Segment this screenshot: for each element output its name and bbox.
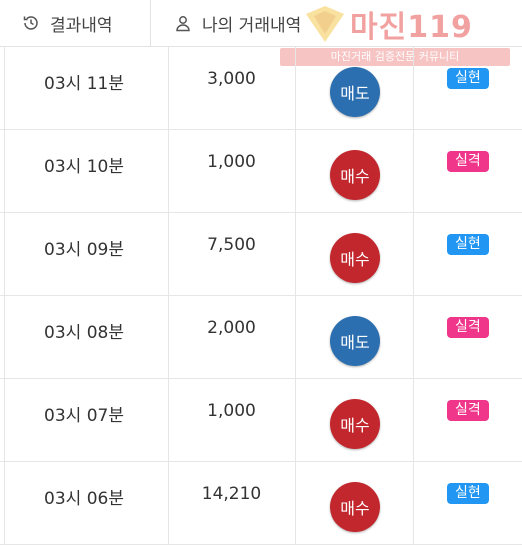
trade-amount: 7,500 [207, 235, 256, 255]
trade-history-table: 03시 11분 3,000 매도 실현 03시 10분 1,000 매수 실격 03시 09분 7… [0, 47, 522, 545]
tab-results-label: 결과내역 [50, 15, 113, 36]
trade-amount: 1,000 [207, 152, 256, 172]
tab-my-trades[interactable]: 나의 거래내역 [174, 0, 301, 46]
table-row: 03시 10분 1,000 매수 실격 [0, 130, 522, 213]
tab-results[interactable]: 결과내역 [22, 0, 113, 46]
column-divider [295, 47, 296, 129]
user-icon [174, 14, 192, 32]
result-badge: 실현 [447, 234, 489, 255]
trade-side-badge: 매수 [330, 150, 380, 200]
watermark-logo-icon [306, 6, 344, 42]
result-badge: 실격 [447, 317, 489, 338]
table-row: 03시 06분 14,210 매수 실현 [0, 462, 522, 545]
trade-time: 03시 11분 [44, 74, 124, 94]
column-divider [295, 296, 296, 378]
trade-amount: 14,210 [201, 484, 262, 504]
watermark-title: 마진119 [350, 10, 473, 45]
trade-time: 03시 06분 [44, 489, 124, 509]
table-row: 03시 08분 2,000 매도 실격 [0, 296, 522, 379]
column-divider [413, 379, 414, 461]
trade-time: 03시 09분 [44, 240, 124, 260]
result-badge: 실격 [447, 151, 489, 172]
trade-time: 03시 10분 [44, 157, 124, 177]
trade-amount: 3,000 [207, 69, 256, 89]
table-row: 03시 07분 1,000 매수 실격 [0, 379, 522, 462]
column-divider [413, 296, 414, 378]
column-divider [295, 130, 296, 212]
column-divider [295, 379, 296, 461]
trade-side-badge: 매수 [330, 399, 380, 449]
column-divider [295, 213, 296, 295]
trade-side-badge: 매수 [330, 482, 380, 532]
table-row: 03시 09분 7,500 매수 실현 [0, 213, 522, 296]
column-divider [413, 213, 414, 295]
history-icon [22, 14, 40, 32]
tab-divider [150, 0, 151, 46]
column-divider [413, 47, 414, 129]
trade-time: 03시 08분 [44, 323, 124, 343]
trade-side-badge: 매도 [330, 67, 380, 117]
result-badge: 실현 [447, 483, 489, 504]
result-badge: 실현 [447, 68, 489, 89]
column-divider [295, 462, 296, 544]
trade-side-badge: 매수 [330, 233, 380, 283]
column-divider [413, 462, 414, 544]
table-row: 03시 11분 3,000 매도 실현 [0, 47, 522, 130]
trade-side-badge: 매도 [330, 316, 380, 366]
tab-my-trades-label: 나의 거래내역 [202, 15, 302, 36]
trade-amount: 1,000 [207, 401, 256, 421]
result-badge: 실격 [447, 400, 489, 421]
trade-amount: 2,000 [207, 318, 256, 338]
trade-time: 03시 07분 [44, 406, 124, 426]
column-divider [413, 130, 414, 212]
